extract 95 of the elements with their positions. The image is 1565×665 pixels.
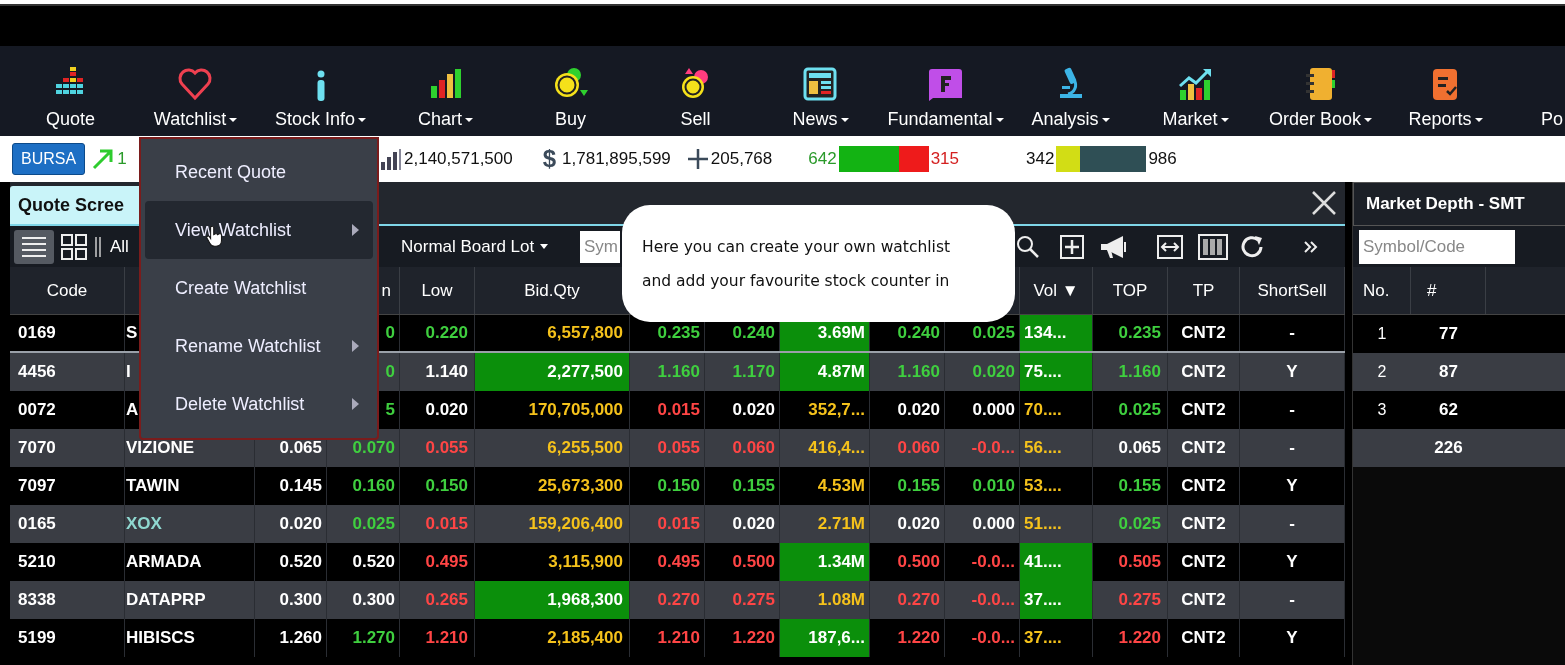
turnover-value: 1,781,895,599 [562, 148, 671, 171]
callout-text: Here you can create your own watchlist and add your favourite stock counter in [642, 236, 951, 292]
table-cell-text: 1 [1376, 324, 1388, 344]
column-header[interactable]: n [381, 277, 391, 304]
table-cell: 2,185,400 [475, 619, 630, 657]
table-cell: HIBISCS [125, 619, 255, 657]
column-header[interactable]: Bid.Qty [524, 277, 580, 304]
list-view-button[interactable] [14, 229, 54, 264]
table-cell: 187,6... [780, 619, 870, 657]
table-cell: 75.... [1020, 353, 1093, 391]
columns-icon[interactable] [1198, 233, 1228, 260]
board-dropdown[interactable]: Normal Board Lot [401, 233, 571, 260]
table-cell: -0.0... [945, 619, 1020, 657]
add-icon[interactable] [1060, 234, 1084, 259]
more-icon[interactable] [1304, 239, 1318, 254]
table-row[interactable]: 0165 XOX 0.020 0.025 0.015 159,206,400 0.015 0.020 2.71M 0.020 0.000 51.... 0.025 CNT2 - [10, 505, 1345, 543]
toolbar-button[interactable]: Market [1133, 46, 1258, 136]
volume-bars-icon [380, 148, 402, 170]
table-cell: Y [1240, 619, 1345, 657]
table-cell: 0.235 [1093, 315, 1168, 351]
table-row[interactable]: 7070 VIZIONE 0.065 0.070 0.055 6,255,500 0.055 0.060 416,4... 0.060 -0.0... 56.... 0.065 CNT2 - [10, 429, 1345, 467]
count-value: 986 [1148, 148, 1177, 171]
table-cell: CNT2 [1168, 619, 1240, 657]
exchange-button[interactable]: BURSA [12, 143, 86, 175]
count-value: 342 [1026, 148, 1055, 171]
double-bar-icon [94, 234, 102, 259]
table-cell: CNT2 [1168, 315, 1240, 351]
symbol-field[interactable]: Symbol/Code [1359, 229, 1515, 264]
table-cell: - [1240, 315, 1345, 351]
toolbar-button[interactable]: News [758, 46, 883, 136]
caret-icon [540, 244, 549, 249]
column-header[interactable]: TP [1192, 277, 1215, 304]
table-cell-text: 226 [1433, 437, 1464, 460]
column-header[interactable]: # [1427, 277, 1437, 304]
table-cell: 5199 [10, 619, 125, 657]
table-cell: 6,557,800 [475, 315, 630, 351]
plus-icon [686, 148, 709, 170]
table-cell: 0.220 [400, 315, 475, 351]
table-cell: 4.87M [780, 353, 870, 391]
toolbar-button[interactable]: Fundamental [883, 46, 1008, 136]
table-cell: 1.34M [780, 543, 870, 581]
info-icon [316, 70, 325, 102]
arrow-up-right-icon [91, 147, 116, 171]
toolbar-button[interactable]: Buy [508, 46, 633, 136]
table-cell-text: 3 [1376, 400, 1388, 420]
symbol-field[interactable]: Sym [580, 230, 620, 263]
square-badge-icon [926, 66, 965, 102]
table-cell: 134... [1020, 315, 1093, 351]
list-icon [21, 234, 47, 259]
table-cell: 41.... [1020, 543, 1093, 581]
close-icon[interactable] [1311, 190, 1337, 216]
table-cell: 37.... [1020, 581, 1093, 619]
grid-view-icon[interactable] [60, 232, 88, 261]
toolbar-button[interactable]: Reports [1383, 46, 1508, 136]
table-cell-text: 62 [1438, 399, 1459, 422]
menu-item[interactable]: Create Watchlist [145, 259, 373, 317]
trades-value: 205,768 [710, 148, 773, 171]
column-header[interactable]: Low [421, 277, 453, 304]
table-cell: 1.270 [327, 619, 400, 657]
table-cell: 1.260 [255, 619, 327, 657]
table-cell: 2,277,500 [475, 353, 630, 391]
table-cell-text: 77 [1438, 323, 1459, 346]
column-header[interactable]: ShortSell [1257, 277, 1327, 304]
toolbar-button[interactable]: Watchlist [133, 46, 258, 136]
table-cell: 0169 [10, 315, 125, 351]
table-cell-text: 2 [1376, 362, 1388, 382]
toolbar-button[interactable]: Sell [633, 46, 758, 136]
panel-title: Market Depth - SMT [1353, 182, 1565, 226]
toolbar-button[interactable]: Analysis [1008, 46, 1133, 136]
table-cell: 1.220 [870, 619, 945, 657]
table-cell: 1.220 [1093, 619, 1168, 657]
column-header[interactable]: Vol ▼ [1033, 277, 1079, 304]
toolbar-button[interactable]: Chart [383, 46, 508, 136]
index-change: 1 [117, 148, 127, 171]
table-row[interactable]: 8338 DATAPRP 0.300 0.300 0.265 1,968,300 0.270 0.275 1.08M 0.270 -0.0... 37.... 0.275 CNT2 - [10, 581, 1345, 619]
toolbar-button[interactable]: Stock Info [258, 46, 383, 136]
currency-symbol: $ [542, 144, 557, 174]
volume-value: 2,140,571,500 [404, 148, 513, 171]
megaphone-icon[interactable] [1099, 233, 1129, 260]
toolbar-button[interactable]: Po [1508, 46, 1565, 136]
table-cell: 1.210 [630, 619, 705, 657]
search-icon[interactable] [1016, 234, 1040, 259]
table-cell: 1,968,300 [475, 581, 630, 619]
count-value: 642 [808, 148, 837, 171]
count-value: 315 [930, 148, 959, 171]
table-cell: 37.... [1020, 619, 1093, 657]
newspaper-icon [801, 66, 840, 102]
toolbar-button[interactable]: Order Book [1258, 46, 1383, 136]
toolbar-button[interactable]: Quote [8, 46, 133, 136]
column-header[interactable]: TOP [1112, 277, 1148, 304]
table-cell-text: 87 [1438, 361, 1459, 384]
fit-width-icon[interactable] [1157, 234, 1183, 259]
column-header[interactable]: Code [46, 277, 88, 304]
table-cell: 1.210 [400, 619, 475, 657]
column-header[interactable]: No. [1363, 277, 1390, 304]
